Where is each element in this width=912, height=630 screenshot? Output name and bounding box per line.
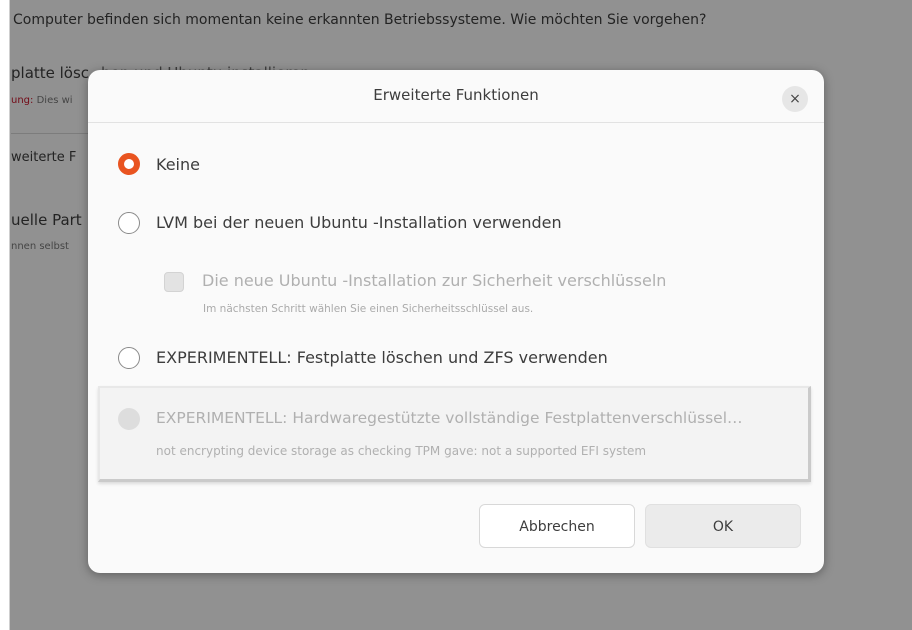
title-divider: [88, 122, 824, 123]
ok-button[interactable]: OK: [645, 504, 801, 548]
radio-none[interactable]: [118, 153, 140, 175]
radio-tpm-encryption[interactable]: [118, 408, 140, 430]
option-lvm-label: LVM bei der neuen Ubuntu -Installation v…: [156, 213, 562, 232]
encrypt-label: Die neue Ubuntu -Installation zur Sicher…: [202, 271, 667, 290]
dialog-title: Erweiterte Funktionen: [373, 86, 539, 104]
option-zfs-label: EXPERIMENTELL: Festplatte löschen und ZF…: [156, 348, 608, 367]
close-icon: ×: [789, 91, 801, 107]
encrypt-checkbox[interactable]: [164, 272, 184, 292]
encrypt-hint: Im nächsten Schritt wählen Sie einen Sic…: [203, 303, 534, 315]
tpm-encryption-label: EXPERIMENTELL: Hardwaregestützte vollstä…: [156, 409, 743, 427]
experimental-tpm-panel: EXPERIMENTELL: Hardwaregestützte vollstä…: [98, 386, 811, 482]
close-button[interactable]: ×: [782, 86, 808, 112]
radio-zfs[interactable]: [118, 347, 140, 369]
radio-lvm[interactable]: [118, 212, 140, 234]
cancel-button[interactable]: Abbrechen: [479, 504, 635, 548]
option-none-label: Keine: [156, 155, 200, 174]
tpm-encryption-note: not encrypting device storage as checkin…: [156, 444, 647, 458]
advanced-features-dialog: Erweiterte Funktionen × Keine LVM bei de…: [88, 70, 824, 573]
